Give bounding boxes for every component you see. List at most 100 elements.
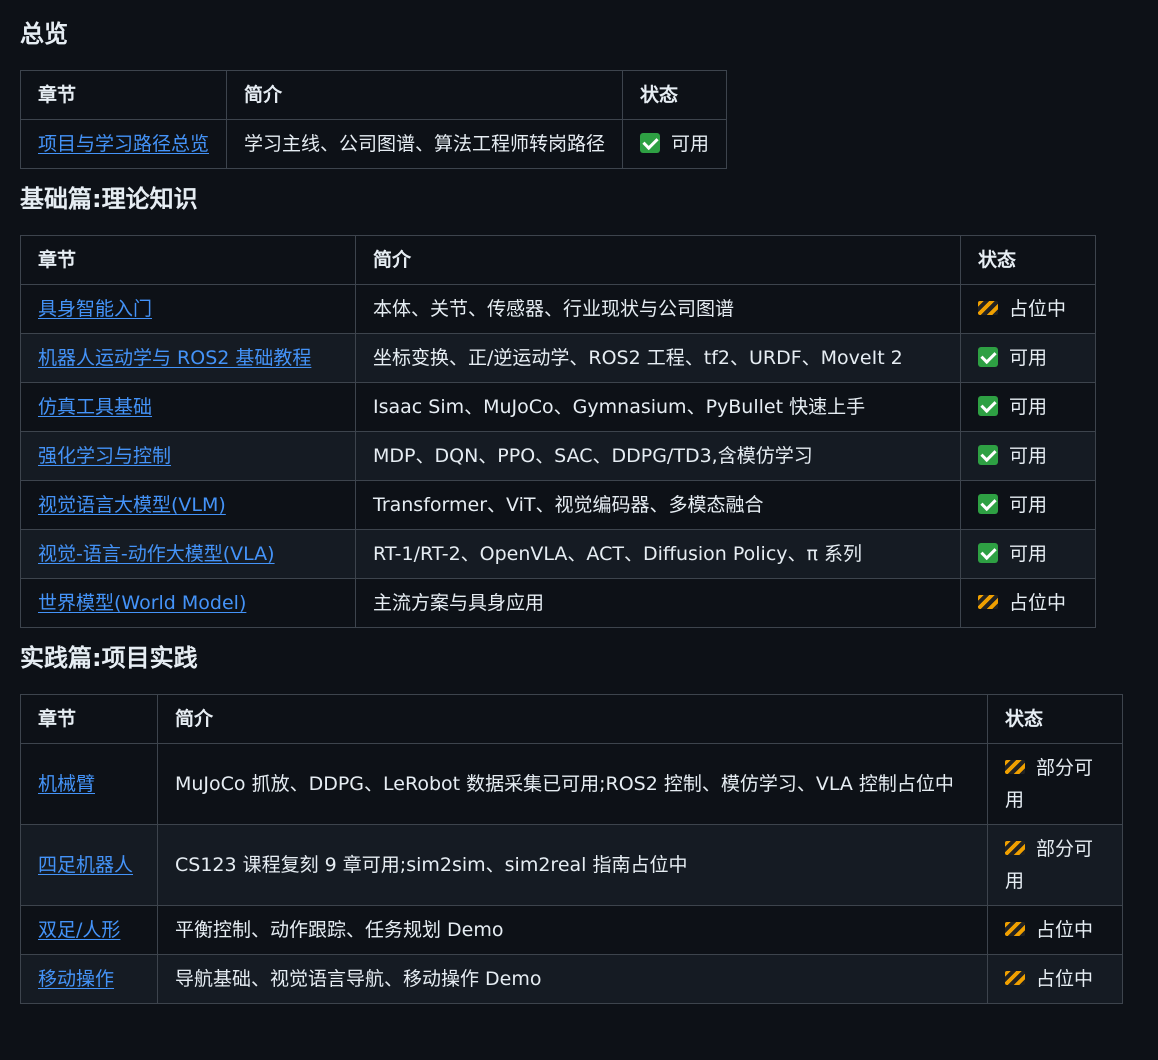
- section-title-overview: 总览: [20, 20, 68, 48]
- section-title-practice: 实践篇:项目实践: [20, 644, 198, 672]
- construction-icon: [1005, 971, 1025, 985]
- construction-icon: [1005, 841, 1025, 855]
- desc-cell: Transformer、ViT、视觉编码器、多模态融合: [355, 480, 961, 530]
- chapter-cell: 四足机器人: [20, 824, 158, 906]
- chapter-cell: 机械臂: [20, 743, 158, 825]
- desc-cell: 主流方案与具身应用: [355, 578, 961, 628]
- practice-table: 章节 简介 状态 机械臂 MuJoCo 抓放、DDPG、LeRobot 数据采集…: [20, 694, 1123, 1004]
- status-text: 占位中: [1009, 592, 1067, 614]
- table-row: 视觉语言大模型(VLM) Transformer、ViT、视觉编码器、多模态融合…: [20, 480, 1096, 530]
- status-cell: 占位中: [987, 954, 1123, 1004]
- chapter-cell: 仿真工具基础: [20, 382, 356, 432]
- table-header-row: 章节 简介 状态: [20, 694, 1123, 744]
- desc-cell: Isaac Sim、MuJoCo、Gymnasium、PyBullet 快速上手: [355, 382, 961, 432]
- desc-cell: 坐标变换、正/逆运动学、ROS2 工程、tf2、URDF、MoveIt 2: [355, 333, 961, 383]
- header-status: 状态: [622, 70, 728, 120]
- desc-cell: 学习主线、公司图谱、算法工程师转岗路径: [226, 119, 624, 169]
- header-desc: 简介: [226, 70, 624, 120]
- table-row: 强化学习与控制 MDP、DQN、PPO、SAC、DDPG/TD3,含模仿学习 可…: [20, 431, 1096, 481]
- chapter-link[interactable]: 机械臂: [38, 773, 95, 795]
- check-mark-icon: [640, 133, 661, 153]
- desc-cell: 导航基础、视觉语言导航、移动操作 Demo: [157, 954, 988, 1004]
- desc-cell: 本体、关节、传感器、行业现状与公司图谱: [355, 284, 961, 334]
- chapter-link[interactable]: 视觉语言大模型(VLM): [38, 494, 226, 516]
- status-cell: 部分可用: [987, 824, 1123, 906]
- status-cell: 占位中: [987, 905, 1123, 955]
- status-text: 可用: [671, 133, 710, 155]
- header-chapter: 章节: [19, 70, 228, 120]
- section-title-basics: 基础篇:理论知识: [20, 185, 198, 213]
- table-row: 双足/人形 平衡控制、动作跟踪、任务规划 Demo 占位中: [20, 905, 1123, 955]
- table-row: 机械臂 MuJoCo 抓放、DDPG、LeRobot 数据采集已可用;ROS2 …: [20, 743, 1123, 825]
- basics-table: 章节 简介 状态 具身智能入门 本体、关节、传感器、行业现状与公司图谱 占位中 …: [20, 235, 1096, 628]
- desc-cell: CS123 课程复刻 9 章可用;sim2sim、sim2real 指南占位中: [157, 824, 988, 906]
- table-header-row: 章节 简介 状态: [19, 70, 728, 120]
- chapter-link[interactable]: 仿真工具基础: [38, 396, 152, 418]
- chapter-link[interactable]: 移动操作: [38, 968, 114, 990]
- status-text: 可用: [1009, 445, 1048, 467]
- header-desc: 简介: [157, 694, 988, 744]
- status-cell: 可用: [960, 480, 1096, 530]
- chapter-cell: 移动操作: [20, 954, 158, 1004]
- status-cell: 可用: [960, 333, 1096, 383]
- table-row: 具身智能入门 本体、关节、传感器、行业现状与公司图谱 占位中: [20, 284, 1096, 334]
- chapter-cell: 机器人运动学与 ROS2 基础教程: [20, 333, 356, 383]
- chapter-link[interactable]: 双足/人形: [38, 919, 120, 941]
- construction-icon: [1005, 922, 1025, 936]
- chapter-link[interactable]: 强化学习与控制: [38, 445, 171, 467]
- header-status: 状态: [987, 694, 1123, 744]
- status-cell: 可用: [622, 119, 728, 169]
- status-text: 可用: [1009, 543, 1048, 565]
- table-header-row: 章节 简介 状态: [20, 235, 1096, 285]
- status-text: 占位中: [1036, 968, 1094, 990]
- overview-table: 章节 简介 状态 项目与学习路径总览 学习主线、公司图谱、算法工程师转岗路径 可…: [19, 70, 728, 169]
- table-row: 仿真工具基础 Isaac Sim、MuJoCo、Gymnasium、PyBull…: [20, 382, 1096, 432]
- check-mark-icon: [978, 445, 998, 465]
- desc-cell: RT-1/RT-2、OpenVLA、ACT、Diffusion Policy、π…: [355, 529, 961, 579]
- construction-icon: [978, 301, 998, 315]
- chapter-link[interactable]: 具身智能入门: [38, 298, 152, 320]
- construction-icon: [1005, 760, 1025, 774]
- desc-cell: MuJoCo 抓放、DDPG、LeRobot 数据采集已可用;ROS2 控制、模…: [157, 743, 988, 825]
- status-cell: 占位中: [960, 284, 1096, 334]
- chapter-cell: 世界模型(World Model): [20, 578, 356, 628]
- chapter-cell: 双足/人形: [20, 905, 158, 955]
- chapter-link[interactable]: 四足机器人: [38, 854, 133, 876]
- status-cell: 部分可用: [987, 743, 1123, 825]
- desc-cell: MDP、DQN、PPO、SAC、DDPG/TD3,含模仿学习: [355, 431, 961, 481]
- status-cell: 可用: [960, 431, 1096, 481]
- chapter-cell: 项目与学习路径总览: [19, 119, 228, 169]
- header-chapter: 章节: [20, 694, 158, 744]
- table-row: 视觉-语言-动作大模型(VLA) RT-1/RT-2、OpenVLA、ACT、D…: [20, 529, 1096, 579]
- table-row: 机器人运动学与 ROS2 基础教程 坐标变换、正/逆运动学、ROS2 工程、tf…: [20, 333, 1096, 383]
- header-chapter: 章节: [20, 235, 356, 285]
- table-row: 四足机器人 CS123 课程复刻 9 章可用;sim2sim、sim2real …: [20, 824, 1123, 906]
- construction-icon: [978, 595, 998, 609]
- status-text: 占位中: [1036, 919, 1094, 941]
- status-text: 可用: [1009, 347, 1048, 369]
- table-row: 移动操作 导航基础、视觉语言导航、移动操作 Demo 占位中: [20, 954, 1123, 1004]
- chapter-link[interactable]: 视觉-语言-动作大模型(VLA): [38, 543, 275, 565]
- check-mark-icon: [978, 347, 998, 367]
- desc-cell: 平衡控制、动作跟踪、任务规划 Demo: [157, 905, 988, 955]
- check-mark-icon: [978, 494, 998, 514]
- status-cell: 可用: [960, 529, 1096, 579]
- status-text: 占位中: [1009, 298, 1067, 320]
- chapter-cell: 视觉-语言-动作大模型(VLA): [20, 529, 356, 579]
- header-desc: 简介: [355, 235, 961, 285]
- status-text: 可用: [1009, 494, 1048, 516]
- status-text: 可用: [1009, 396, 1048, 418]
- status-cell: 占位中: [960, 578, 1096, 628]
- chapter-link[interactable]: 世界模型(World Model): [38, 592, 246, 614]
- header-status: 状态: [960, 235, 1096, 285]
- chapter-cell: 强化学习与控制: [20, 431, 356, 481]
- table-row: 项目与学习路径总览 学习主线、公司图谱、算法工程师转岗路径 可用: [19, 119, 728, 169]
- chapter-cell: 具身智能入门: [20, 284, 356, 334]
- check-mark-icon: [978, 543, 998, 563]
- chapter-link[interactable]: 机器人运动学与 ROS2 基础教程: [38, 347, 311, 369]
- status-cell: 可用: [960, 382, 1096, 432]
- chapter-link[interactable]: 项目与学习路径总览: [38, 133, 209, 155]
- chapter-cell: 视觉语言大模型(VLM): [20, 480, 356, 530]
- check-mark-icon: [978, 396, 998, 416]
- table-row: 世界模型(World Model) 主流方案与具身应用 占位中: [20, 578, 1096, 628]
